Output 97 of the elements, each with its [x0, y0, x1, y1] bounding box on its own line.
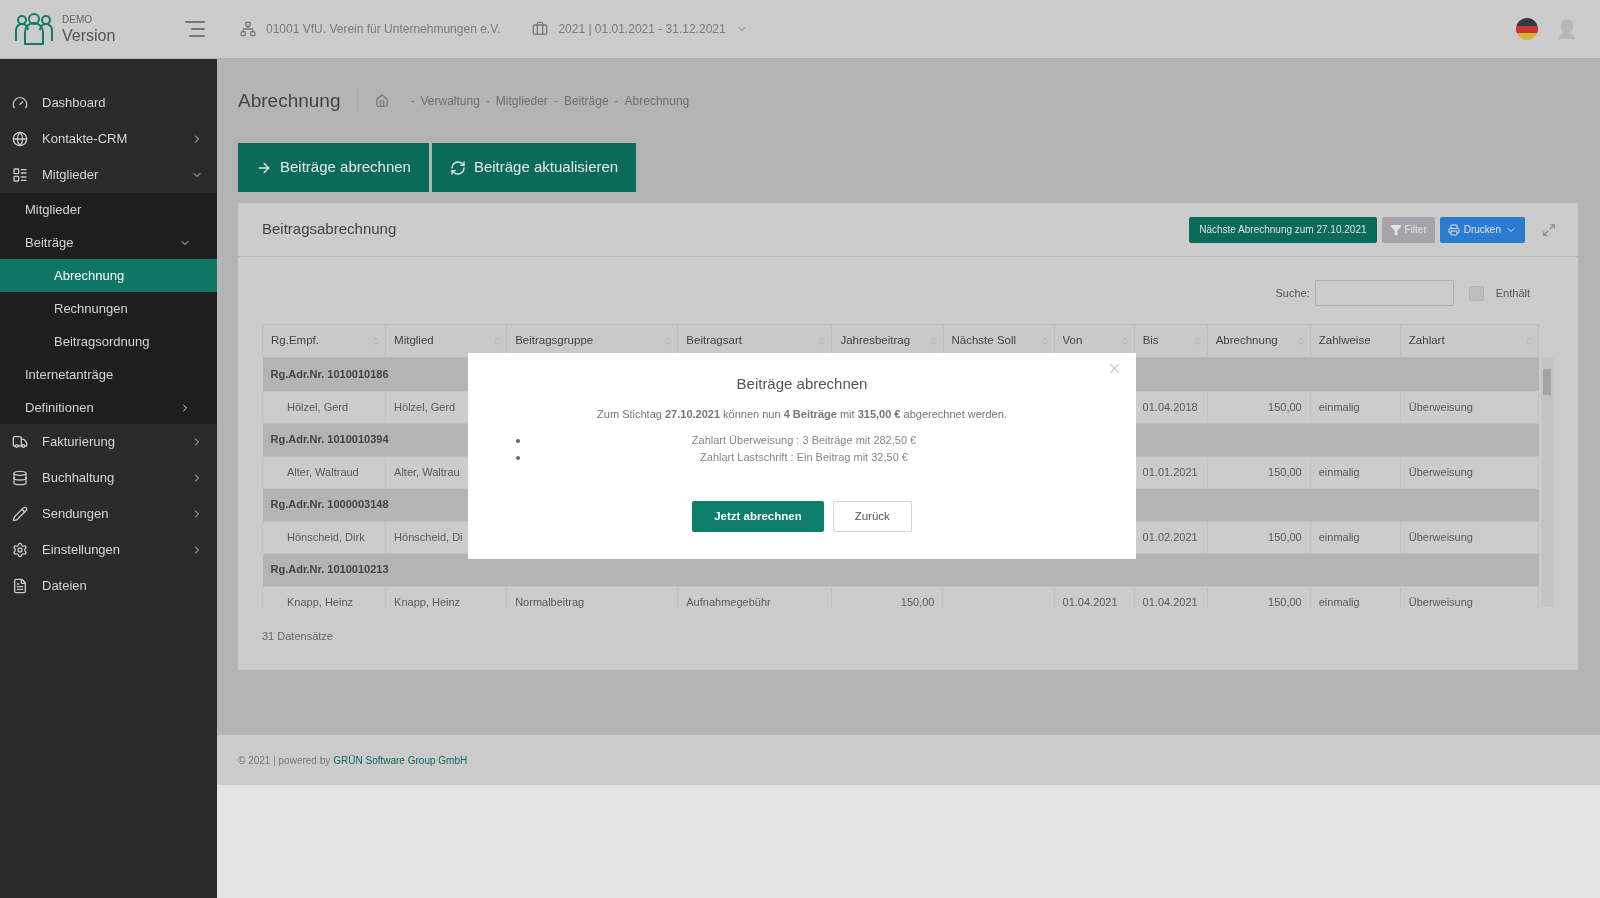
- table-cell: 150,00: [1268, 400, 1302, 413]
- home-icon[interactable]: [375, 94, 390, 108]
- people-logo-icon: [14, 13, 54, 45]
- logo-title: Version: [62, 27, 116, 44]
- file-icon: [12, 578, 28, 594]
- column-header[interactable]: Rg.Empf.: [262, 324, 386, 358]
- organization-icon: [240, 21, 256, 37]
- column-header[interactable]: Bis: [1134, 324, 1208, 358]
- column-header[interactable]: Abrechnung: [1207, 324, 1311, 358]
- record-count: 31 Datensätze: [262, 629, 334, 644]
- submenu-item[interactable]: Rechnungen: [0, 292, 217, 325]
- contains-checkbox[interactable]: [1468, 285, 1484, 301]
- table-cell: 150,00: [900, 595, 935, 608]
- column-header[interactable]: Zahlart: [1400, 324, 1539, 358]
- database-icon: [12, 470, 28, 486]
- table-cell: Alter, Waltraud: [287, 465, 359, 478]
- breadcrumb-separator: -: [614, 93, 619, 110]
- breadcrumb-separator: -: [410, 93, 415, 110]
- summary-line: Zahlart Lastschrift : Ein Beitrag mit 32,50 €: [699, 450, 909, 466]
- table-cell: Überweisung: [1408, 530, 1473, 543]
- table-cell: Normalbeitrag: [515, 595, 585, 608]
- table-cell: einmalig: [1318, 595, 1360, 608]
- table-cell: Hönscheid, Di: [394, 530, 463, 543]
- table-cell: Überweisung: [1408, 400, 1473, 413]
- submenu-item[interactable]: Beiträge: [0, 226, 217, 259]
- sidebar-item[interactable]: Fakturierung: [0, 424, 217, 460]
- logo-caption: DEMO: [62, 14, 93, 25]
- contains-label: Enthält: [1495, 285, 1530, 301]
- next-billing-button[interactable]: Nächste Abrechnung zum 27.10.2021: [1189, 216, 1377, 243]
- gear-icon: [12, 542, 28, 558]
- group-header: Rg.Adr.Nr. 1010010186: [270, 368, 389, 380]
- bullet-icon: [516, 455, 520, 460]
- breadcrumb-separator: -: [485, 93, 490, 110]
- action-button[interactable]: Beiträge aktualisieren: [431, 143, 637, 192]
- sidebar-item[interactable]: Buchhaltung: [0, 460, 217, 496]
- sidebar-item[interactable]: Mitglieder: [0, 157, 217, 193]
- group-header: Rg.Adr.Nr. 1010010213: [270, 563, 389, 576]
- flag-icon[interactable]: [1516, 18, 1538, 40]
- sidebar-item[interactable]: Einstellungen: [0, 532, 217, 568]
- printer-icon: [1447, 223, 1460, 236]
- globe-icon: [12, 131, 28, 147]
- column-header[interactable]: Zahlweise: [1310, 324, 1401, 358]
- table-cell: einmalig: [1318, 400, 1360, 413]
- submenu-item[interactable]: Beitragsordnung: [0, 325, 217, 358]
- submenu-item[interactable]: Definitionen: [0, 391, 217, 424]
- copyright-text: © 2021 | powered by: [238, 753, 331, 768]
- expand-icon[interactable]: [1542, 222, 1556, 237]
- summary-line: Zahlart Überweisung : 3 Beiträge mit 282,50 €: [690, 433, 918, 449]
- print-button[interactable]: Drucken: [1439, 216, 1525, 243]
- refresh-icon: [449, 159, 466, 176]
- truck-icon: [12, 434, 28, 450]
- table-cell: einmalig: [1318, 530, 1360, 543]
- pencil-icon: [12, 506, 28, 522]
- table-cell: Hölzel, Gerd: [287, 400, 349, 413]
- table-cell: Überweisung: [1408, 595, 1473, 608]
- table-cell: Aufnahmegebühr: [686, 595, 771, 608]
- sidebar-item[interactable]: Sendungen: [0, 496, 217, 532]
- table-cell: 150,00: [1268, 595, 1302, 608]
- bullet-icon: [516, 438, 520, 443]
- filter-icon: [1389, 223, 1402, 236]
- table-cell: Überweisung: [1408, 465, 1473, 478]
- table-cell: Hölzel, Gerd: [394, 400, 456, 413]
- sidebar-item[interactable]: Kontakte-CRM: [0, 121, 217, 157]
- submenu-item[interactable]: Internetanträge: [0, 358, 217, 391]
- close-icon[interactable]: [1107, 361, 1122, 376]
- group-header: Rg.Adr.Nr. 1000003148: [270, 498, 389, 511]
- table-cell: Knapp, Heinz: [287, 595, 354, 608]
- confirm-button[interactable]: Jetzt abrechnen: [692, 501, 824, 532]
- column-header[interactable]: Mitglied: [385, 324, 507, 358]
- search-field[interactable]: [1314, 280, 1454, 306]
- group-header: Rg.Adr.Nr. 1010010394: [270, 433, 389, 446]
- list-icon: [12, 167, 28, 183]
- table-cell: einmalig: [1318, 465, 1360, 478]
- search-label: Suche:: [1275, 285, 1310, 301]
- table-cell: 150,00: [1268, 530, 1302, 543]
- modal-title: Beiträge abrechnen: [736, 374, 868, 394]
- card-title: Beitragsabrechnung: [262, 219, 397, 240]
- sidebar-item[interactable]: Dateien: [0, 568, 217, 604]
- breadcrumb-separator: -: [553, 93, 558, 110]
- sidebar-item[interactable]: Dashboard: [0, 85, 217, 121]
- back-button[interactable]: Zurück: [832, 501, 912, 532]
- table-cell: 01.04.2021: [1062, 595, 1118, 608]
- table-cell: 01.01.2021: [1142, 465, 1198, 478]
- action-button[interactable]: Beiträge abrechnen: [238, 143, 429, 192]
- table-cell: 01.02.2021: [1142, 530, 1198, 543]
- table-cell: Knapp, Heinz: [394, 595, 461, 608]
- page-title: Abrechnung: [238, 88, 341, 113]
- table-cell: 150,00: [1268, 465, 1302, 478]
- table-cell: 01.04.2018: [1142, 400, 1198, 413]
- submenu-item[interactable]: Mitglieder: [0, 193, 217, 226]
- gauge-icon: [12, 95, 28, 111]
- modal-message: Zum Stichtag 27.10.2021 können nun 4 Beiträge mit 315,00 € abgerechnet werden.: [597, 406, 1007, 422]
- table-cell: 01.04.2021: [1142, 595, 1198, 608]
- company-link[interactable]: GRÜN Software Group GmbH: [333, 752, 468, 768]
- table-cell: Hönscheid, Dirk: [287, 530, 365, 543]
- table-cell: Alter, Waltrau: [394, 465, 460, 478]
- submenu-item[interactable]: Abrechnung: [0, 259, 217, 292]
